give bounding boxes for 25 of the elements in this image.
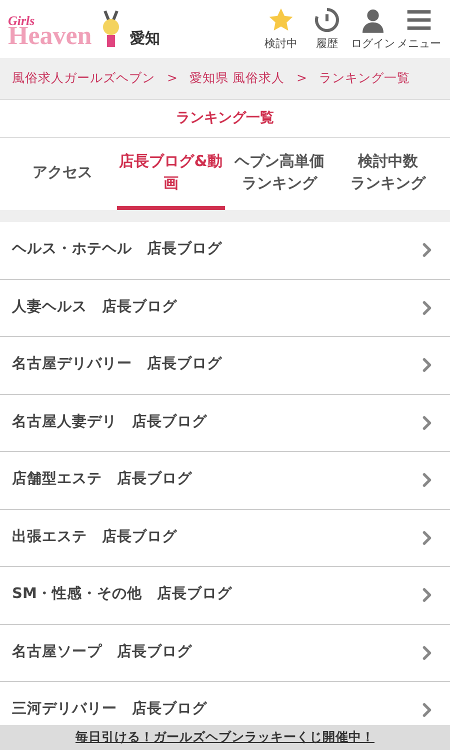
breadcrumb-link[interactable]: ランキング一覧 [318, 69, 410, 88]
clock-icon [313, 6, 341, 34]
region-label: 愛知 [130, 28, 160, 48]
category-row[interactable]: 店舗型エステ 店長ブログ [0, 452, 450, 510]
header-action-button[interactable]: 履歴 [304, 6, 350, 52]
category-row[interactable]: 名古屋デリバリー 店長ブログ [0, 337, 450, 394]
ranking-tab[interactable]: アクセス [8, 138, 116, 210]
breadcrumb-link[interactable]: 愛知県 風俗求人 [189, 69, 284, 88]
ranking-tab[interactable]: 検討中数 ランキング [334, 138, 442, 210]
category-row[interactable]: SM・性感・その他 店長ブログ [0, 567, 450, 624]
breadcrumb-separator: > [296, 69, 307, 88]
category-row[interactable]: 名古屋ソープ 店長ブログ [0, 624, 450, 682]
breadcrumb-link[interactable]: 風俗求人ガールズヘブン [12, 69, 155, 88]
category-row[interactable]: ヘルス・ホテヘル 店長ブログ [0, 222, 450, 280]
page-title: ランキング一覧 [0, 100, 450, 138]
category-row[interactable]: 出張エステ 店長ブログ [0, 510, 450, 567]
category-row[interactable]: 名古屋人妻デリ 店長ブログ [0, 394, 450, 452]
header-action-button[interactable]: 検討中 [258, 6, 304, 52]
breadcrumb-separator: > [167, 69, 178, 88]
logo[interactable]: Girls Heaven [8, 14, 92, 49]
category-row[interactable]: 人妻ヘルス 店長ブログ [0, 280, 450, 337]
banner-link[interactable]: 毎日引ける！ガールズヘブンラッキーくじ開催中！ [76, 728, 374, 747]
header-action-button[interactable]: メニュー [396, 6, 442, 52]
header-action-button[interactable]: ログイン [350, 6, 396, 52]
ranking-tab[interactable]: ヘブン高単価 ランキング [225, 138, 334, 210]
